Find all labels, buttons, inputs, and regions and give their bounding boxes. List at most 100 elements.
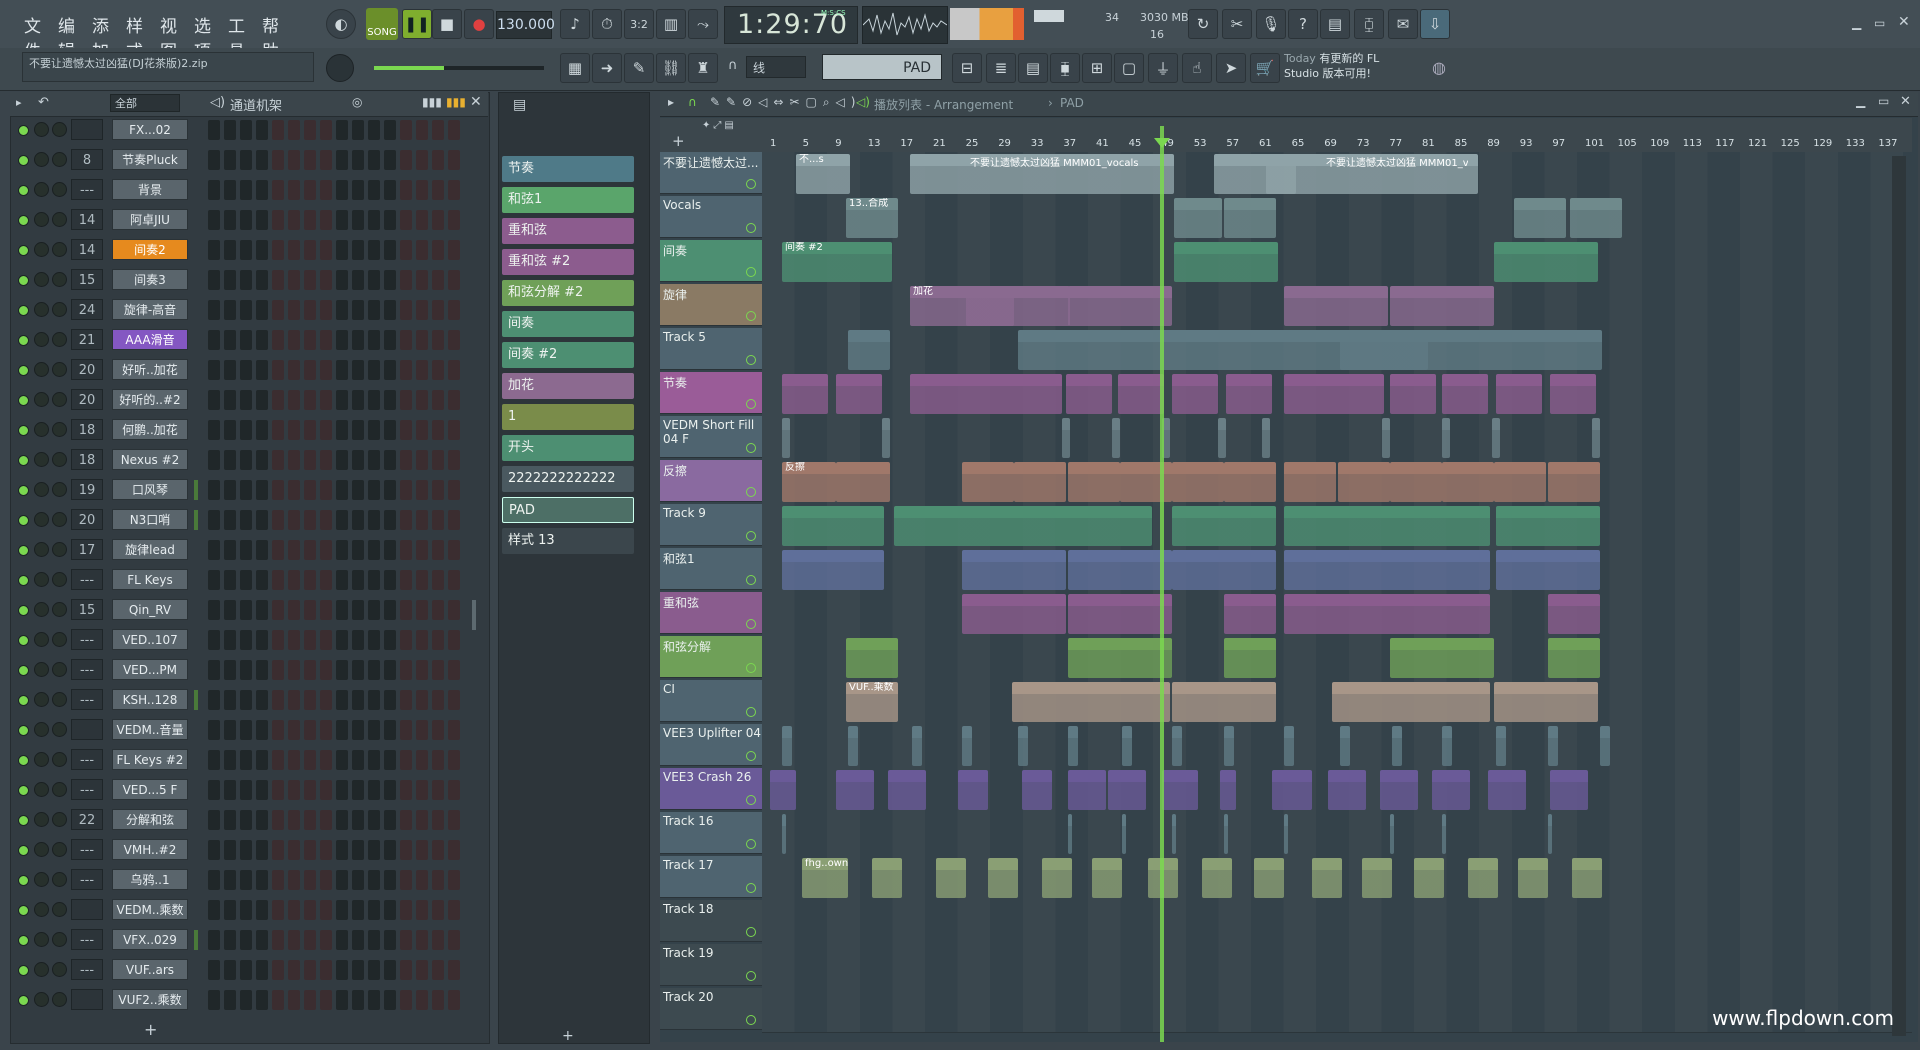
- playlist-magnet-icon[interactable]: ∩: [688, 95, 697, 109]
- track-header[interactable]: 间奏: [660, 240, 762, 282]
- playlist-clip[interactable]: [848, 726, 858, 766]
- playlist-clip[interactable]: [1224, 462, 1276, 502]
- playlist-clip[interactable]: [1382, 418, 1390, 458]
- track-enable-led[interactable]: [746, 531, 756, 541]
- step-mode-icon[interactable]: ▮▮▮: [446, 95, 466, 109]
- playlist-scrollbar[interactable]: [1892, 156, 1906, 1036]
- playlist-clip[interactable]: [1570, 198, 1622, 238]
- playlist-clip[interactable]: [1172, 550, 1276, 590]
- playlist-clip[interactable]: [782, 814, 786, 854]
- playlist-icon[interactable]: ⊟: [952, 53, 982, 83]
- channel-filter-select[interactable]: 全部: [110, 94, 180, 112]
- playlist-clip[interactable]: [1442, 726, 1452, 766]
- track-lane[interactable]: 13..合成: [762, 196, 1912, 241]
- magnet-icon[interactable]: ∩: [728, 58, 738, 73]
- track-header[interactable]: Track 18: [660, 900, 762, 942]
- playlist-clip[interactable]: [1172, 726, 1182, 766]
- playlist-clip[interactable]: [1018, 726, 1028, 766]
- track-header[interactable]: 和弦1: [660, 548, 762, 590]
- playlist-clip[interactable]: [1492, 418, 1500, 458]
- playlist-clip[interactable]: [1518, 858, 1548, 898]
- piano-roll-icon[interactable]: ▦: [560, 53, 590, 83]
- playlist-clip[interactable]: [1122, 726, 1132, 766]
- playlist-clip[interactable]: 间奏 #2: [782, 242, 892, 282]
- playlist-clip[interactable]: [1068, 770, 1106, 810]
- rack-menu-icon[interactable]: ▸: [16, 96, 22, 109]
- playlist-clip[interactable]: [1254, 858, 1284, 898]
- track-enable-led[interactable]: [746, 355, 756, 365]
- track-header[interactable]: Track 17: [660, 856, 762, 898]
- playlist-clip[interactable]: [1068, 286, 1172, 326]
- time-display[interactable]: 1:29:70 M:S:CS: [724, 6, 858, 44]
- playlist-clip[interactable]: [1068, 594, 1172, 634]
- touch-icon[interactable]: ☝: [1182, 53, 1212, 83]
- minimize-button[interactable]: ▁: [1852, 16, 1861, 30]
- playlist-clip[interactable]: [1262, 418, 1270, 458]
- track-enable-led[interactable]: [746, 883, 756, 893]
- playlist-clip[interactable]: [962, 726, 972, 766]
- channel-pan-knob[interactable]: [52, 122, 67, 137]
- playlist-clip[interactable]: [1494, 242, 1598, 282]
- playlist-tools-icon[interactable]: ✎✎⊘◁⇔✂▢⌕◁): [710, 95, 861, 110]
- news-panel[interactable]: Today 有更新的 FL Studio 版本可用!: [1284, 51, 1450, 83]
- timeline-ruler[interactable]: 1 5 9 13 17 21 25 29 33 37 41 45 49 53 57 61 65 69 73 77 81 8…: [762, 118, 1912, 152]
- playlist-clip[interactable]: [1172, 462, 1224, 502]
- swing-knob-icon[interactable]: ◎: [352, 95, 362, 109]
- playlist-clip[interactable]: [1496, 374, 1542, 414]
- plugin-picker-icon[interactable]: ▢: [1114, 53, 1144, 83]
- mixer-icon[interactable]: ⧮: [1354, 9, 1384, 39]
- playlist-clip[interactable]: [1488, 770, 1526, 810]
- playlist-clip[interactable]: [836, 374, 882, 414]
- playlist-clip[interactable]: [962, 550, 1066, 590]
- track-header[interactable]: 不要让遗憾太过...: [660, 152, 762, 194]
- playlist-clip[interactable]: [1548, 594, 1600, 634]
- playlist-maximize-icon[interactable]: ▭: [1878, 94, 1889, 108]
- playlist-view-icons[interactable]: ✦⤢▤: [702, 120, 737, 131]
- track-header[interactable]: 和弦分解: [660, 636, 762, 678]
- download-icon[interactable]: ⇩: [1420, 9, 1450, 39]
- track-header[interactable]: Track 16: [660, 812, 762, 854]
- step-edit-icon[interactable]: ▥: [656, 9, 686, 39]
- maximize-button[interactable]: ▭: [1874, 16, 1885, 30]
- playlist-clip[interactable]: [1284, 506, 1490, 546]
- track-header[interactable]: Track 5: [660, 328, 762, 370]
- playlist-clip[interactable]: [1220, 770, 1236, 810]
- playlist-clip[interactable]: [782, 726, 792, 766]
- playlist-clip[interactable]: [1224, 726, 1234, 766]
- playlist-clip[interactable]: [988, 858, 1018, 898]
- cut-icon[interactable]: ✂: [1222, 9, 1252, 39]
- track-lane[interactable]: [762, 548, 1912, 593]
- playlist-clip[interactable]: [1548, 638, 1600, 678]
- playlist-clip[interactable]: [1224, 814, 1228, 854]
- playlist-clip[interactable]: [894, 506, 1152, 546]
- playlist-clip[interactable]: [1224, 198, 1276, 238]
- playlist-clip[interactable]: [1284, 462, 1336, 502]
- playlist-clip[interactable]: [1550, 770, 1588, 810]
- track-lane[interactable]: [762, 724, 1912, 769]
- playlist-clip[interactable]: [1380, 770, 1418, 810]
- track-header[interactable]: Track 9: [660, 504, 762, 546]
- playlist-clip[interactable]: [1496, 506, 1600, 546]
- playlist-clip[interactable]: [848, 330, 890, 370]
- playlist-clip[interactable]: [1066, 374, 1112, 414]
- playlist-clip[interactable]: [1442, 418, 1450, 458]
- master-volume-knob[interactable]: [326, 54, 354, 82]
- track-lane[interactable]: [762, 812, 1912, 857]
- playlist-clip[interactable]: 反擦: [782, 462, 836, 502]
- playlist-clip[interactable]: [1108, 770, 1146, 810]
- playlist-clip[interactable]: [1172, 374, 1218, 414]
- playlist-clip[interactable]: [1012, 682, 1170, 722]
- playlist-clip[interactable]: [882, 418, 890, 458]
- playlist-clip[interactable]: [1118, 374, 1164, 414]
- track-header[interactable]: 重和弦: [660, 592, 762, 634]
- playlist-clip[interactable]: [1068, 638, 1172, 678]
- playlist-clip[interactable]: [1514, 198, 1566, 238]
- playlist-clip[interactable]: [1284, 286, 1388, 326]
- playlist-clip[interactable]: [1550, 374, 1596, 414]
- mixer-track-number[interactable]: [71, 119, 103, 140]
- pattern-song-toggle-icon[interactable]: ◐: [326, 9, 356, 39]
- playlist-menu-icon[interactable]: ▸: [668, 95, 674, 109]
- playlist-clip[interactable]: [1272, 770, 1312, 810]
- metronome-icon[interactable]: ♪: [560, 9, 590, 39]
- blend-notes-icon[interactable]: ⤳: [688, 9, 718, 39]
